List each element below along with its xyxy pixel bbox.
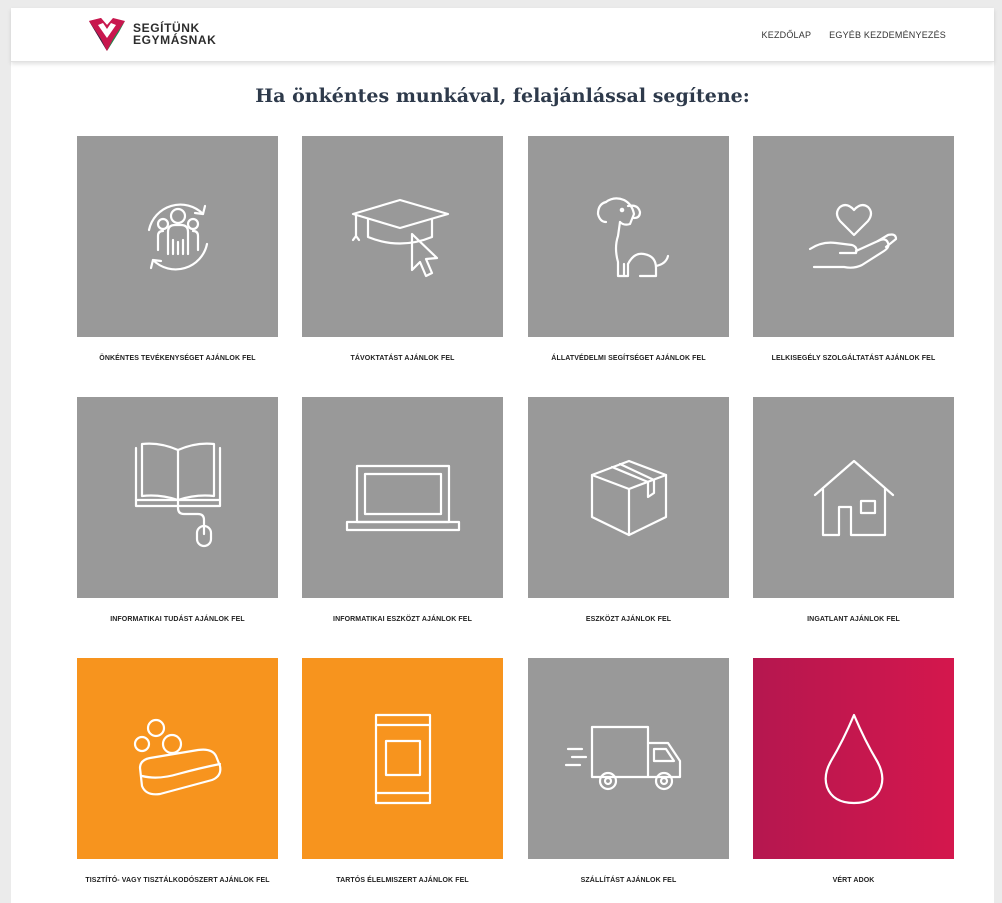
site-header: SEGÍTÜNK EGYMÁSNAK KEZDŐLAP EGYÉB KEZDEM… xyxy=(11,8,994,62)
canned-food-icon xyxy=(374,713,431,804)
offer-tile xyxy=(753,397,954,598)
offer-label: INFORMATIKAI TUDÁST AJÁNLOK FEL xyxy=(110,616,245,623)
logo-text: SEGÍTÜNK EGYMÁSNAK xyxy=(133,22,216,46)
nav-home-link[interactable]: KEZDŐLAP xyxy=(762,30,812,40)
offer-tile xyxy=(77,658,278,859)
offer-tile xyxy=(528,658,729,859)
offer-label: ESZKÖZT AJÁNLOK FEL xyxy=(585,616,672,623)
offer-label: TÁVOKTATÁST AJÁNLOK FEL xyxy=(350,355,455,362)
page: SEGÍTÜNK EGYMÁSNAK KEZDŐLAP EGYÉB KEZDEM… xyxy=(11,8,994,903)
offer-tile xyxy=(302,397,503,598)
offer-card-remote-teaching[interactable]: TÁVOKTATÁST AJÁNLOK FEL xyxy=(302,136,503,362)
laptop-icon xyxy=(345,464,460,531)
blood-drop-icon xyxy=(824,713,883,804)
page-title: Ha önkéntes munkával, felajánlással segí… xyxy=(255,85,750,107)
offer-card-volunteer[interactable]: ÖNKÉNTES TEVÉKENYSÉGET AJÁNLOK FEL xyxy=(77,136,278,362)
soap-bubbles-icon xyxy=(133,718,221,795)
logo-line2: EGYMÁSNAK xyxy=(133,33,217,47)
offer-card-durable-food[interactable]: TARTÓS ÉLELMISZERT AJÁNLOK FEL xyxy=(302,658,503,884)
offer-label: VÉRT ADOK xyxy=(832,877,875,884)
nav-other-initiatives-link[interactable]: EGYÉB KEZDEMÉNYEZÉS xyxy=(829,30,946,40)
graduation-cap-cursor-icon xyxy=(351,198,449,277)
box-icon xyxy=(590,459,667,536)
heart-logo-icon xyxy=(89,18,125,51)
offer-card-mental-support[interactable]: LELKISEGÉLY SZOLGÁLTATÁST AJÁNLOK FEL xyxy=(753,136,954,362)
offer-card-real-estate[interactable]: INGATLANT AJÁNLOK FEL xyxy=(753,397,954,623)
main-nav: KEZDŐLAP EGYÉB KEZDEMÉNYEZÉS xyxy=(762,30,946,40)
book-mouse-icon xyxy=(134,442,221,547)
offer-tile xyxy=(302,658,503,859)
offer-tile xyxy=(753,136,954,337)
offer-tile xyxy=(302,136,503,337)
dog-icon xyxy=(596,196,669,277)
offer-card-transport[interactable]: SZÁLLÍTÁST AJÁNLOK FEL xyxy=(528,658,729,884)
offer-label: ÖNKÉNTES TEVÉKENYSÉGET AJÁNLOK FEL xyxy=(99,355,256,362)
offer-tile xyxy=(77,136,278,337)
offer-label: ÁLLATVÉDELMI SEGÍTSÉGET AJÁNLOK FEL xyxy=(551,355,706,362)
site-logo[interactable]: SEGÍTÜNK EGYMÁSNAK xyxy=(87,14,216,54)
offer-label: TARTÓS ÉLELMISZERT AJÁNLOK FEL xyxy=(336,877,469,884)
delivery-truck-icon xyxy=(564,725,681,790)
offer-card-cleaning-products[interactable]: TISZTÍTÓ- VAGY TISZTÁLKODÓSZERT AJÁNLOK … xyxy=(77,658,278,884)
heart-in-hand-icon xyxy=(808,203,897,269)
offer-card-blood-donation[interactable]: VÉRT ADOK xyxy=(753,658,954,884)
offer-label: LELKISEGÉLY SZOLGÁLTATÁST AJÁNLOK FEL xyxy=(771,355,936,362)
offer-card-equipment[interactable]: ESZKÖZT AJÁNLOK FEL xyxy=(528,397,729,623)
offer-label: INGATLANT AJÁNLOK FEL xyxy=(807,616,900,623)
offer-tile xyxy=(753,658,954,859)
offer-tile xyxy=(77,397,278,598)
offer-card-it-device[interactable]: INFORMATIKAI ESZKÖZT AJÁNLOK FEL xyxy=(302,397,503,623)
house-icon xyxy=(813,459,894,536)
offer-label: INFORMATIKAI ESZKÖZT AJÁNLOK FEL xyxy=(333,616,472,623)
offer-card-it-knowledge[interactable]: INFORMATIKAI TUDÁST AJÁNLOK FEL xyxy=(77,397,278,623)
offer-tile xyxy=(528,397,729,598)
offer-card-animal-protection[interactable]: ÁLLATVÉDELMI SEGÍTSÉGET AJÁNLOK FEL xyxy=(528,136,729,362)
volunteers-icon xyxy=(147,203,208,270)
offer-label: SZÁLLÍTÁST AJÁNLOK FEL xyxy=(580,877,677,884)
offer-tile xyxy=(528,136,729,337)
offer-label: TISZTÍTÓ- VAGY TISZTÁLKODÓSZERT AJÁNLOK … xyxy=(85,877,270,884)
